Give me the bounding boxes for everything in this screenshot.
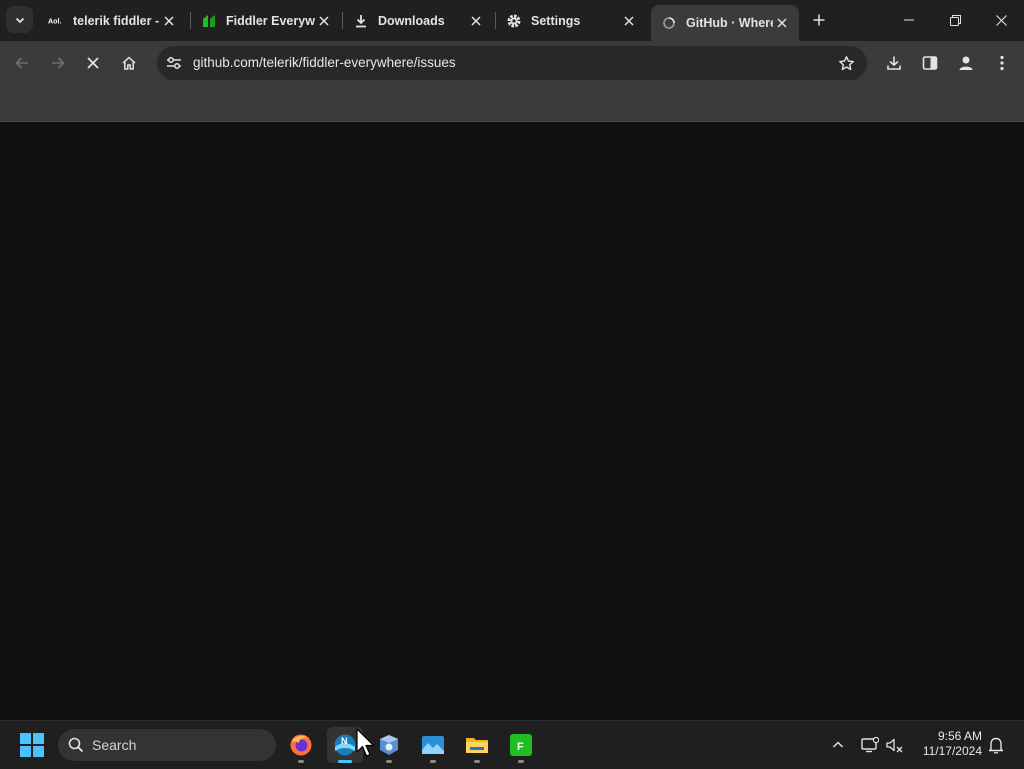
photos-icon xyxy=(422,736,444,754)
taskbar-app-firefox[interactable] xyxy=(283,727,319,763)
chevron-up-icon xyxy=(832,741,844,748)
running-indicator xyxy=(386,760,392,763)
notifications-button[interactable] xyxy=(984,733,1008,757)
stop-loading-button[interactable] xyxy=(79,49,107,77)
taskbar-app-fiddler[interactable]: F xyxy=(503,727,539,763)
arrow-right-icon xyxy=(52,57,65,69)
home-button[interactable] xyxy=(115,49,143,77)
browser-toolbar: github.com/telerik/fiddler-everywhere/is… xyxy=(0,41,1024,85)
tab-fiddler-everywhere[interactable]: Fiddler Everywhe xyxy=(191,5,341,36)
taskbar-app-vpn[interactable] xyxy=(371,727,407,763)
aol-icon: Aol. xyxy=(48,13,64,29)
taskbar-clock[interactable]: 9:56 AM 11/17/2024 xyxy=(923,729,982,759)
network-tray-button[interactable] xyxy=(858,733,882,757)
forward-button[interactable] xyxy=(44,49,72,77)
firefox-icon xyxy=(290,734,312,756)
running-indicator xyxy=(298,760,304,763)
running-indicator xyxy=(474,760,480,763)
plus-icon xyxy=(813,14,825,26)
arrow-left-icon xyxy=(15,57,28,69)
chevron-down-icon xyxy=(15,17,24,23)
clock-time: 9:56 AM xyxy=(937,729,982,743)
tab-telerik-fiddler[interactable]: Aol. telerik fiddler - xyxy=(38,5,186,36)
download-icon xyxy=(353,13,369,29)
profile-icon xyxy=(959,56,973,70)
restore-button[interactable] xyxy=(932,0,978,40)
fiddler-icon xyxy=(201,13,217,29)
tab-title: Settings xyxy=(531,13,581,28)
tab-settings[interactable]: Settings xyxy=(496,5,646,36)
bell-icon xyxy=(988,737,1004,754)
site-info-icon[interactable] xyxy=(164,53,184,73)
close-tab-icon[interactable] xyxy=(773,14,791,32)
taskbar-app-file-explorer[interactable] xyxy=(459,727,495,763)
tab-title: Fiddler Everywhe xyxy=(226,13,315,28)
tab-title: telerik fiddler - xyxy=(73,13,160,28)
taskbar-search-box[interactable]: Search xyxy=(58,729,276,761)
close-tab-icon[interactable] xyxy=(315,12,333,30)
back-button[interactable] xyxy=(8,49,36,77)
close-window-button[interactable] xyxy=(978,0,1024,40)
taskbar-app-photos[interactable] xyxy=(415,727,451,763)
profile-button[interactable] xyxy=(952,49,980,77)
tab-search-button[interactable] xyxy=(6,6,33,33)
side-panel-button[interactable] xyxy=(916,49,944,77)
close-tab-icon[interactable] xyxy=(620,12,638,30)
svg-text:N: N xyxy=(341,736,348,746)
github-loading-icon xyxy=(661,15,677,31)
download-icon xyxy=(887,56,901,70)
vpn-app-icon xyxy=(380,735,398,755)
bookmark-star-icon[interactable] xyxy=(837,54,855,72)
tab-strip: Aol. telerik fiddler - Fiddler Everywhe xyxy=(0,0,1024,41)
taskbar: Search N F 9:56 AM 11/17/2024 xyxy=(0,720,1024,769)
bookmarks-bar xyxy=(0,85,1024,122)
active-indicator xyxy=(338,760,352,763)
side-panel-icon xyxy=(922,56,938,70)
running-indicator xyxy=(430,760,436,763)
address-bar[interactable]: github.com/telerik/fiddler-everywhere/is… xyxy=(157,46,867,80)
new-tab-button[interactable] xyxy=(808,9,830,31)
search-label: Search xyxy=(92,737,137,753)
close-tab-icon[interactable] xyxy=(160,12,178,30)
tab-title: GitHub · Where xyxy=(686,16,773,30)
downloads-button[interactable] xyxy=(880,49,908,77)
minimize-icon xyxy=(904,19,914,21)
home-icon xyxy=(122,56,136,70)
start-button[interactable] xyxy=(20,733,44,757)
mouse-cursor-icon xyxy=(356,728,375,757)
svg-text:F: F xyxy=(517,741,524,753)
restore-icon xyxy=(949,14,961,26)
page-content-loading xyxy=(0,122,1024,720)
windows-logo-icon xyxy=(20,733,44,757)
close-icon xyxy=(995,14,1007,26)
running-indicator xyxy=(518,760,524,763)
close-tab-icon[interactable] xyxy=(467,12,485,30)
clock-date: 11/17/2024 xyxy=(922,744,982,758)
speaker-muted-icon xyxy=(886,738,903,753)
search-icon xyxy=(68,737,84,753)
folder-icon xyxy=(466,738,488,753)
url-text: github.com/telerik/fiddler-everywhere/is… xyxy=(193,55,456,70)
show-hidden-icons-button[interactable] xyxy=(826,733,850,757)
tab-title: Downloads xyxy=(378,13,445,28)
tab-downloads[interactable]: Downloads xyxy=(343,5,493,36)
gear-icon xyxy=(506,13,522,29)
stop-icon xyxy=(87,57,99,69)
minimize-button[interactable] xyxy=(886,0,932,40)
svg-text:Aol.: Aol. xyxy=(48,17,61,25)
more-vertical-icon xyxy=(1000,55,1004,71)
volume-tray-button[interactable] xyxy=(883,733,907,757)
tab-github-issues[interactable]: GitHub · Where xyxy=(651,5,799,41)
menu-button[interactable] xyxy=(988,49,1016,77)
fiddler-app-icon: F xyxy=(510,734,532,756)
network-icon xyxy=(861,737,879,753)
netsurf-icon: N xyxy=(334,734,356,756)
